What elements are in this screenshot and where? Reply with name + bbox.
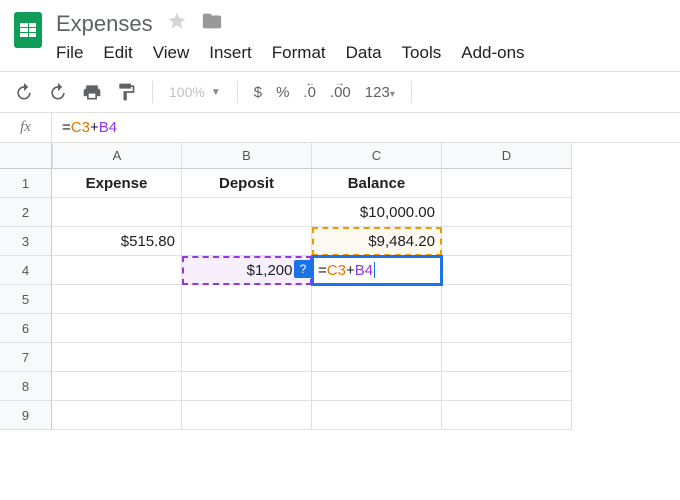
cell-b4[interactable]: $1,200.0 <box>182 256 312 285</box>
menu-insert[interactable]: Insert <box>209 43 252 63</box>
menu-view[interactable]: View <box>153 43 190 63</box>
row-header-3[interactable]: 3 <box>0 227 52 256</box>
cell-c3[interactable]: $9,484.20 <box>312 227 442 256</box>
increase-decimal-button[interactable]: .00→ <box>330 84 351 101</box>
cell-a9[interactable] <box>52 401 182 430</box>
cell-c6[interactable] <box>312 314 442 343</box>
menu-file[interactable]: File <box>56 43 83 63</box>
menu-bar: File Edit View Insert Format Data Tools … <box>56 37 672 71</box>
cell-c8[interactable] <box>312 372 442 401</box>
cell-c2[interactable]: $10,000.00 <box>312 198 442 227</box>
redo-button[interactable] <box>48 82 68 102</box>
cell-d5[interactable] <box>442 285 572 314</box>
cell-b5[interactable] <box>182 285 312 314</box>
row-header-5[interactable]: 5 <box>0 285 52 314</box>
decrease-decimal-button[interactable]: ←.0 <box>303 84 316 101</box>
cell-a4[interactable] <box>52 256 182 285</box>
cell-c1[interactable]: Balance <box>312 169 442 198</box>
row-header-7[interactable]: 7 <box>0 343 52 372</box>
formula-input[interactable]: =C3+B4 <box>52 119 127 136</box>
cell-d7[interactable] <box>442 343 572 372</box>
menu-data[interactable]: Data <box>346 43 382 63</box>
cell-d3[interactable] <box>442 227 572 256</box>
cell-b3[interactable] <box>182 227 312 256</box>
col-header-c[interactable]: C <box>312 143 442 169</box>
menu-addons[interactable]: Add-ons <box>461 43 524 63</box>
cell-a8[interactable] <box>52 372 182 401</box>
cell-a5[interactable] <box>52 285 182 314</box>
star-icon[interactable] <box>167 11 187 36</box>
col-header-b[interactable]: B <box>182 143 312 169</box>
menu-tools[interactable]: Tools <box>402 43 442 63</box>
cell-b7[interactable] <box>182 343 312 372</box>
print-button[interactable] <box>82 82 102 102</box>
cell-c7[interactable] <box>312 343 442 372</box>
cell-b9[interactable] <box>182 401 312 430</box>
cell-c5[interactable] <box>312 285 442 314</box>
row-header-6[interactable]: 6 <box>0 314 52 343</box>
cell-b1[interactable]: Deposit <box>182 169 312 198</box>
formula-bar: fx =C3+B4 <box>0 113 680 143</box>
row-header-8[interactable]: 8 <box>0 372 52 401</box>
row-header-2[interactable]: 2 <box>0 198 52 227</box>
paint-format-button[interactable] <box>116 82 136 102</box>
zoom-dropdown[interactable]: 100% ▼ <box>169 84 221 100</box>
document-title[interactable]: Expenses <box>56 11 153 37</box>
cell-d4[interactable] <box>442 256 572 285</box>
undo-button[interactable] <box>14 82 34 102</box>
cell-a2[interactable] <box>52 198 182 227</box>
format-currency-button[interactable]: $ <box>254 84 262 101</box>
cell-d8[interactable] <box>442 372 572 401</box>
app-logo[interactable] <box>8 8 48 60</box>
menu-format[interactable]: Format <box>272 43 326 63</box>
cell-b8[interactable] <box>182 372 312 401</box>
folder-icon[interactable] <box>201 10 223 37</box>
row-header-1[interactable]: 1 <box>0 169 52 198</box>
formula-help-icon[interactable]: ? <box>294 260 312 278</box>
row-header-4[interactable]: 4 <box>0 256 52 285</box>
cell-d6[interactable] <box>442 314 572 343</box>
fx-icon: fx <box>0 113 52 142</box>
cell-c9[interactable] <box>312 401 442 430</box>
cell-a6[interactable] <box>52 314 182 343</box>
col-header-d[interactable]: D <box>442 143 572 169</box>
more-formats-dropdown[interactable]: 123▾ <box>365 84 395 101</box>
format-percent-button[interactable]: % <box>276 84 289 101</box>
select-all-corner[interactable] <box>0 143 52 169</box>
cell-d9[interactable] <box>442 401 572 430</box>
cell-a3[interactable]: $515.80 <box>52 227 182 256</box>
cell-d1[interactable] <box>442 169 572 198</box>
toolbar: 100% ▼ $ % ←.0 .00→ 123▾ <box>0 71 680 113</box>
cell-d2[interactable] <box>442 198 572 227</box>
menu-edit[interactable]: Edit <box>103 43 132 63</box>
cell-b6[interactable] <box>182 314 312 343</box>
cell-b2[interactable] <box>182 198 312 227</box>
cell-a7[interactable] <box>52 343 182 372</box>
cell-a1[interactable]: Expense <box>52 169 182 198</box>
row-header-9[interactable]: 9 <box>0 401 52 430</box>
cell-c4-active[interactable]: ? =C3+B4 <box>312 256 442 285</box>
col-header-a[interactable]: A <box>52 143 182 169</box>
